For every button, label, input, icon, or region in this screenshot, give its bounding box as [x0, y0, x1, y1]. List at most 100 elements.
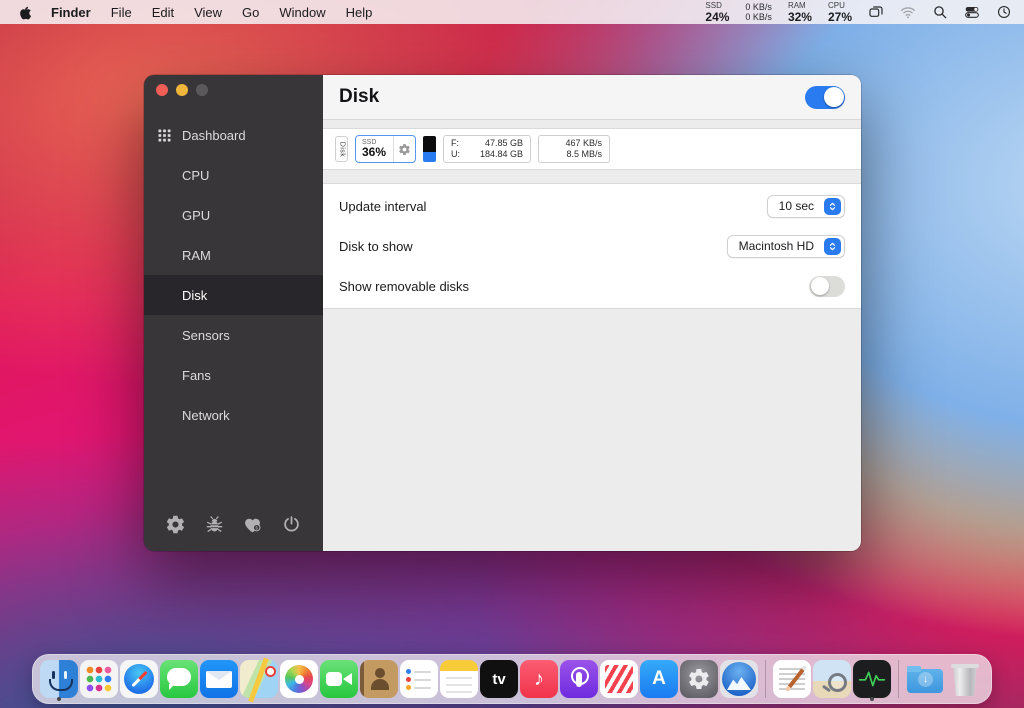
dock-maps[interactable] — [240, 657, 278, 701]
dock-reminders[interactable] — [400, 657, 438, 701]
dock-separator — [898, 660, 899, 698]
sidebar-item-label: Sensors — [182, 327, 230, 343]
preview-icon — [813, 660, 851, 698]
dock-preview[interactable] — [813, 657, 851, 701]
dock-podcasts[interactable] — [560, 657, 598, 701]
donate-heart-icon[interactable]: $ — [242, 514, 263, 535]
settings-gear-icon[interactable] — [165, 514, 186, 535]
capacity-used-value: 184.84 GB — [480, 149, 524, 159]
sidebar-nav: Dashboard CPU GPU RAM Disk Sensors Fans … — [144, 115, 323, 435]
dock-launchpad[interactable] — [80, 657, 118, 701]
dock-contacts[interactable] — [360, 657, 398, 701]
dock-downloads[interactable]: ↓ — [906, 657, 944, 701]
menu-help[interactable]: Help — [336, 5, 383, 20]
app-menu-title[interactable]: Finder — [41, 5, 101, 20]
dock-trash[interactable] — [946, 657, 984, 701]
menu-go[interactable]: Go — [232, 5, 269, 20]
setting-update-interval: Update interval 10 sec — [323, 186, 861, 226]
bug-report-icon[interactable] — [204, 514, 225, 535]
sidebar-item-fans[interactable]: Fans — [144, 355, 323, 395]
status-ram-label: RAM — [787, 0, 806, 10]
close-button[interactable] — [156, 84, 168, 96]
dock-app-store[interactable]: A — [640, 657, 678, 701]
menu-edit[interactable]: Edit — [142, 5, 184, 20]
power-quit-icon[interactable] — [281, 514, 302, 535]
menu-file[interactable]: File — [101, 5, 142, 20]
dock-install-macos[interactable] — [720, 657, 758, 701]
show-removable-disks-toggle[interactable] — [809, 275, 845, 297]
control-center-icon[interactable] — [964, 4, 980, 20]
menu-view[interactable]: View — [184, 5, 232, 20]
dock-notes[interactable] — [440, 657, 478, 701]
widget-usage-bar[interactable] — [423, 136, 437, 162]
status-network-up: 0 KB/s — [745, 1, 772, 12]
clock-icon[interactable] — [996, 4, 1012, 20]
menu-window[interactable]: Window — [269, 5, 335, 20]
widget-capacity[interactable]: F: 47.85 GB U: 184.84 GB — [443, 135, 532, 163]
sidebar-item-cpu[interactable]: CPU — [144, 155, 323, 195]
sidebar-item-label: Disk — [182, 287, 208, 303]
zoom-button[interactable] — [196, 84, 208, 96]
widget-speed[interactable]: 467 KB/s 8.5 MB/s — [538, 135, 611, 163]
status-cpu[interactable]: CPU 27% — [828, 1, 852, 23]
dock-mail[interactable] — [200, 657, 238, 701]
status-ram[interactable]: RAM 32% — [787, 0, 812, 23]
widget-preview-bar: Disk SSD 36% F: 47.85 GB U: 184.84 GB 46… — [323, 128, 861, 170]
dock-messages[interactable] — [160, 657, 198, 701]
messages-icon — [160, 660, 198, 698]
safari-icon — [120, 660, 158, 698]
photos-icon — [280, 660, 318, 698]
minimize-button[interactable] — [176, 84, 188, 96]
sidebar-item-gpu[interactable]: GPU — [144, 195, 323, 235]
dock-finder[interactable] — [40, 657, 78, 701]
dock-system-preferences[interactable] — [680, 657, 718, 701]
dock-textedit[interactable] — [773, 657, 811, 701]
dock-facetime[interactable] — [320, 657, 358, 701]
status-network-speed[interactable]: 0 KB/s 0 KB/s — [745, 2, 772, 23]
facetime-icon — [320, 660, 358, 698]
update-interval-value: 10 sec — [778, 199, 814, 213]
status-ssd[interactable]: SSD 24% — [705, 1, 729, 23]
disk-to-show-select[interactable]: Macintosh HD — [726, 234, 845, 258]
sidebar-item-label: Network — [182, 407, 230, 423]
contacts-icon — [360, 660, 398, 698]
select-stepper-icon — [824, 197, 841, 215]
sidebar-item-ram[interactable]: RAM — [144, 235, 323, 275]
sidebar-item-dashboard[interactable]: Dashboard — [144, 115, 323, 155]
mission-control-icon[interactable] — [868, 4, 884, 20]
widget-percent-selected[interactable]: SSD 36% — [355, 135, 417, 163]
dock-news[interactable] — [600, 657, 638, 701]
capacity-free-label: F: — [451, 137, 460, 148]
sidebar-item-label: RAM — [182, 247, 211, 263]
apple-menu[interactable] — [12, 5, 41, 20]
dock-safari[interactable] — [120, 657, 158, 701]
news-icon — [600, 660, 638, 698]
dock-activity-monitor[interactable] — [853, 657, 891, 701]
sidebar-item-network[interactable]: Network — [144, 395, 323, 435]
sidebar-item-label: CPU — [182, 167, 210, 183]
running-indicator — [870, 697, 874, 701]
page-title: Disk — [339, 86, 380, 107]
dock-photos[interactable] — [280, 657, 318, 701]
select-stepper-icon — [824, 237, 841, 255]
dock-music[interactable]: ♪ — [520, 657, 558, 701]
speed-read-value: 467 KB/s — [565, 137, 603, 148]
module-enabled-toggle[interactable] — [805, 85, 845, 109]
activity-monitor-icon — [853, 660, 891, 698]
reminders-icon — [400, 660, 438, 698]
wifi-icon[interactable] — [900, 4, 916, 20]
update-interval-select[interactable]: 10 sec — [766, 194, 845, 218]
window-controls — [144, 75, 323, 103]
capacity-used-label: U: — [451, 149, 461, 159]
search-icon[interactable] — [932, 4, 948, 20]
sidebar-item-disk[interactable]: Disk — [144, 275, 323, 315]
dock-tv[interactable]: tv — [480, 657, 518, 701]
setting-label: Show removable disks — [339, 278, 470, 294]
menu-bar-status-area: SSD 24% 0 KB/s 0 KB/s RAM 32% CPU 27% — [705, 0, 1012, 23]
tv-icon: tv — [480, 660, 518, 698]
widget-vertical-label[interactable]: Disk — [335, 136, 348, 162]
sidebar-item-sensors[interactable]: Sensors — [144, 315, 323, 355]
finder-icon — [40, 660, 78, 698]
widget-settings-gear-icon[interactable] — [393, 136, 415, 162]
mail-icon — [200, 660, 238, 698]
